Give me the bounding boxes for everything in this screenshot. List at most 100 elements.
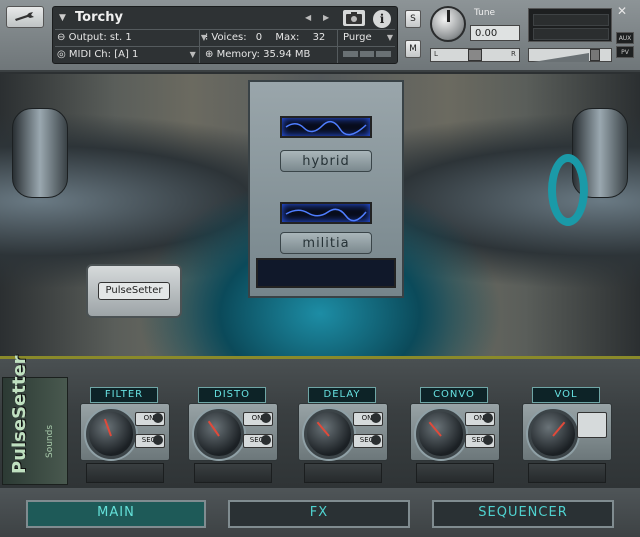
purge-menu[interactable]: Purge ▼ [343, 32, 393, 43]
upper-display-screen [280, 116, 372, 138]
filter-knob[interactable] [86, 409, 136, 459]
module-label: VOL [532, 387, 600, 403]
delay-knob[interactable] [304, 409, 354, 459]
midi-icon: ◎ [57, 49, 66, 60]
fx-module-filter: FILTER ON SEQ [80, 387, 170, 483]
purge-indicator [343, 51, 392, 57]
pulsesetter-badge: PulseSetter [98, 282, 170, 300]
module-base [304, 463, 382, 483]
midi-channel-selector[interactable]: ◎ MIDI Ch: [A] 1 ▼ [57, 49, 196, 60]
voices-label: Voices: [211, 32, 247, 43]
fx-module-delay: DELAY ON SEQ [298, 387, 388, 483]
dropdown-arrow-icon: ▼ [189, 50, 196, 59]
lower-display-screen [280, 202, 372, 224]
module-body: ON SEQ [80, 403, 170, 461]
module-body: ON SEQ [410, 403, 500, 461]
pv-button[interactable]: PV [616, 46, 634, 58]
module-base [194, 463, 272, 483]
wrench-icon[interactable] [6, 6, 44, 28]
camera-icon[interactable] [343, 10, 365, 26]
module-label: CONVO [420, 387, 488, 403]
module-base [86, 463, 164, 483]
fx-module-vol: VOL [522, 387, 612, 483]
tune-value-field[interactable]: 0.00 [470, 25, 520, 41]
switch-toggle-icon [483, 435, 493, 445]
volume-slider-handle[interactable] [590, 49, 600, 61]
teal-ring-decoration [548, 154, 588, 226]
memory-label: Memory: [216, 49, 260, 60]
module-base [528, 463, 606, 483]
midi-label: MIDI Ch: [68, 49, 112, 60]
divider [55, 46, 395, 47]
brand-panel: PulseSetter Sounds [2, 355, 68, 485]
instrument-header: ▼ Torchy ◀ ▶ i ⊖ Output: st. 1 ▼ ◎ MIDI … [0, 0, 640, 72]
militia-nameplate: militia [280, 232, 372, 254]
divider [55, 29, 395, 30]
fx-rack: PulseSetter Sounds FILTER ON SEQ DISTO O… [0, 355, 640, 488]
fx-module-disto: DISTO ON SEQ [188, 387, 278, 483]
module-body [522, 403, 612, 461]
disto-knob[interactable] [194, 409, 244, 459]
switch-toggle-icon [153, 413, 163, 423]
level-meter [528, 8, 612, 42]
module-body: ON SEQ [188, 403, 278, 461]
left-engine-cylinder [12, 108, 68, 198]
next-instrument-icon[interactable]: ▶ [323, 13, 329, 22]
tab-main[interactable]: MAIN [26, 500, 206, 528]
memory-value: 35.94 MB [263, 49, 311, 60]
info-icon[interactable]: i [373, 10, 391, 28]
output-icon: ⊖ [57, 32, 66, 43]
meter-left-bar [533, 14, 609, 26]
solo-button[interactable]: S [405, 10, 421, 28]
voices-value: 0 [255, 32, 263, 43]
module-label: DISTO [198, 387, 266, 403]
machine-artwork: hybrid militia PulseSetter [0, 74, 640, 356]
tune-label: Tune [474, 8, 496, 18]
tab-bar: MAIN FX SEQUENCER [0, 488, 640, 537]
close-icon[interactable]: ✕ [617, 4, 627, 18]
switch-toggle-icon [153, 435, 163, 445]
switch-toggle-icon [371, 413, 381, 423]
convo-knob[interactable] [416, 409, 466, 459]
pan-right-label: R [511, 50, 516, 58]
module-label: DELAY [308, 387, 376, 403]
module-body: ON SEQ [298, 403, 388, 461]
output-label: Output: [68, 32, 107, 43]
dropdown-arrow-icon: ▼ [386, 33, 393, 42]
memory-icon: ⊕ [205, 49, 214, 60]
collapse-triangle-icon[interactable]: ▼ [59, 13, 66, 23]
instrument-name[interactable]: Torchy [75, 10, 123, 25]
purge-label: Purge [343, 32, 372, 43]
meter-right-bar [533, 28, 609, 40]
switch-toggle-icon [371, 435, 381, 445]
tune-knob[interactable] [430, 6, 466, 42]
module-base [416, 463, 494, 483]
prev-instrument-icon[interactable]: ◀ [305, 13, 311, 22]
max-label: Max: [275, 32, 300, 43]
tab-fx[interactable]: FX [228, 500, 410, 528]
output-value: st. 1 [109, 32, 132, 43]
pan-left-label: L [434, 50, 438, 58]
center-control-box: hybrid militia [248, 80, 404, 298]
switch-toggle-icon [261, 435, 271, 445]
voices-readout: ⁝ Voices: 0 Max: 32 [205, 32, 325, 43]
hybrid-nameplate: hybrid [280, 150, 372, 172]
brand-logo: PulseSetter [9, 355, 30, 474]
mute-button[interactable]: M [405, 40, 421, 58]
pulsesetter-box: PulseSetter [86, 264, 182, 318]
midi-value: [A] 1 [114, 49, 139, 60]
switch-toggle-icon [483, 413, 493, 423]
voices-icon: ⁝ [205, 32, 209, 43]
main-display-screen [256, 258, 396, 288]
instrument-info-panel: ▼ Torchy ◀ ▶ i ⊖ Output: st. 1 ▼ ◎ MIDI … [52, 6, 398, 64]
module-label: FILTER [90, 387, 158, 403]
tab-sequencer[interactable]: SEQUENCER [432, 500, 614, 528]
output-selector[interactable]: ⊖ Output: st. 1 ▼ [57, 32, 207, 43]
brand-subtitle: Sounds [45, 424, 55, 458]
aux-button[interactable]: AUX [616, 32, 634, 44]
vol-panel [577, 412, 607, 438]
pan-slider-handle[interactable] [468, 49, 482, 61]
switch-toggle-icon [261, 413, 271, 423]
max-value[interactable]: 32 [313, 32, 326, 43]
vol-knob[interactable] [528, 409, 578, 459]
